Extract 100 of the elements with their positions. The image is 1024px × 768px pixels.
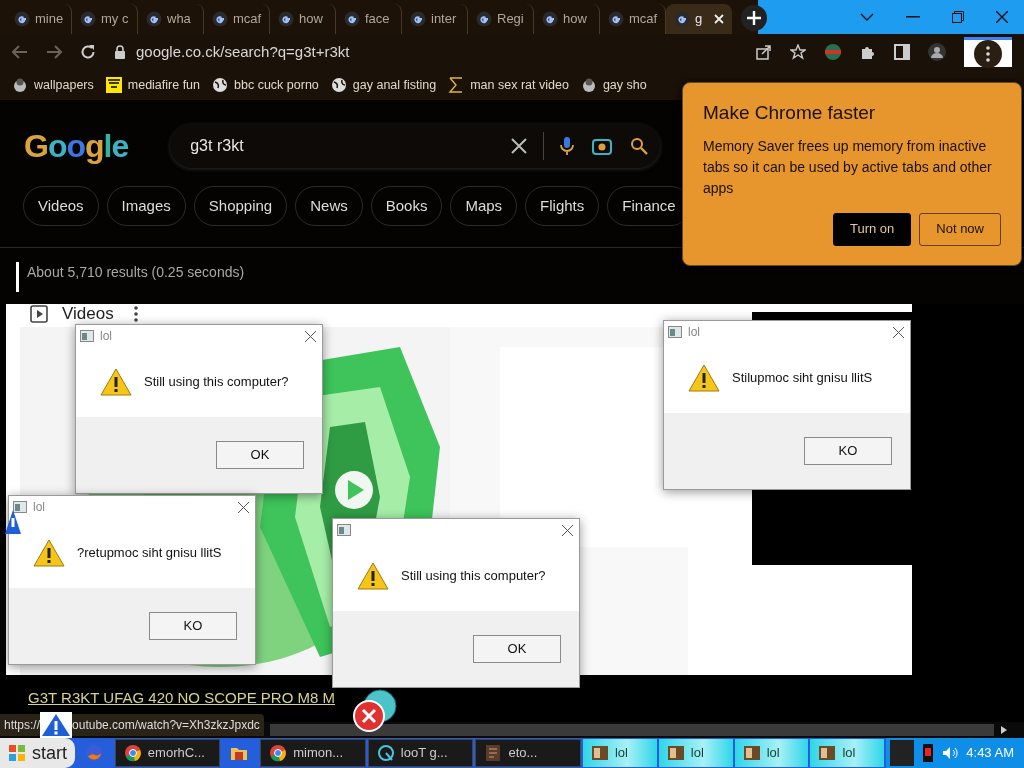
share-icon[interactable] (756, 44, 772, 60)
restore-icon[interactable] (952, 11, 964, 23)
minimize-icon[interactable] (906, 16, 920, 18)
window-icon (666, 744, 685, 762)
search-field[interactable]: g3t r3kt (170, 124, 661, 168)
tray-panel (890, 740, 915, 766)
close-icon[interactable] (893, 326, 904, 338)
taskbar-button[interactable]: mimon... (260, 739, 366, 767)
warning-icon (33, 539, 65, 567)
chevron-down-icon[interactable] (860, 12, 874, 22)
chrome-icon (123, 744, 142, 762)
bookmark[interactable]: man sex rat video (448, 75, 569, 95)
bookmark[interactable]: mediafire fun (105, 75, 201, 95)
cartoon-icon (12, 77, 28, 93)
window-icon (818, 744, 837, 762)
bookmark[interactable]: gay anal fisting (330, 75, 437, 95)
side-panel-icon[interactable] (894, 44, 910, 60)
turn-on-button[interactable]: Turn on (832, 212, 912, 246)
dialog-message: Stilupmoc siht gnisu llitS (732, 369, 873, 388)
g-favicon-icon (542, 11, 558, 27)
g-favicon-icon (146, 11, 162, 27)
puzzle-icon[interactable] (860, 44, 876, 60)
status-url: outube.com/watch?v=Xh3zkzJpxdc (72, 717, 260, 734)
sigma-icon (448, 77, 465, 93)
back-icon[interactable] (12, 45, 28, 59)
cartoon-icon (580, 77, 597, 93)
clock: 4:43 AM (966, 744, 1014, 763)
app-icon (13, 501, 27, 513)
microphone-icon[interactable] (560, 136, 575, 156)
notebook-icon (484, 744, 503, 762)
app-icon (337, 524, 351, 536)
g-favicon-icon (278, 11, 294, 27)
dialog-message: ?retupmoc siht gnisu llitS (77, 544, 222, 563)
extension-icon[interactable] (824, 43, 842, 61)
speaker-icon[interactable] (942, 746, 959, 760)
app-icon (80, 330, 94, 342)
windows-flag-icon (8, 744, 26, 762)
promo-title: Make Chrome faster (703, 101, 877, 125)
close-icon[interactable] (305, 330, 316, 342)
device-icon[interactable] (922, 743, 935, 763)
dialog-message: Still using this computer? (401, 567, 546, 586)
star-icon[interactable] (790, 44, 806, 60)
play-icon[interactable] (334, 470, 374, 510)
camera-icon[interactable] (592, 137, 613, 155)
reload-icon[interactable] (80, 44, 96, 60)
taskbar-button[interactable]: eto... (475, 739, 581, 767)
close-icon[interactable] (996, 11, 1008, 23)
g-favicon-icon (410, 11, 426, 27)
g-favicon-icon (476, 11, 492, 27)
profile-icon[interactable] (928, 43, 946, 61)
g-favicon-icon (674, 11, 690, 27)
mf-logo-icon (105, 77, 122, 93)
taskbar-button[interactable]: looT g... (367, 739, 474, 767)
chrome-icon (269, 744, 288, 762)
globe-icon (330, 77, 347, 93)
bookmark[interactable]: wallpapers (12, 75, 94, 95)
browser-icon (85, 744, 103, 762)
taskbar-button[interactable]: lol (658, 739, 733, 767)
scroll-right-icon[interactable] (1000, 725, 1008, 735)
g-favicon-icon (80, 11, 96, 27)
lock-icon (114, 45, 126, 59)
menu-button[interactable] (964, 37, 1012, 67)
video-title-link[interactable]: G3T R3KT UFAG 420 NO SCOPE PRO M8 M (28, 687, 336, 710)
start-button[interactable]: start (0, 738, 75, 768)
section-heading: Videos (62, 304, 114, 323)
more-icon[interactable] (133, 305, 138, 322)
not-now-button[interactable]: Not now (919, 212, 1001, 246)
browser-tab[interactable]: g (666, 4, 732, 34)
new-tab-icon[interactable] (740, 4, 768, 32)
dialog-button[interactable]: OK (473, 635, 561, 663)
taskbar-button[interactable]: emorhC... (114, 739, 221, 767)
close-icon (714, 14, 724, 24)
dialog-button[interactable]: KO (804, 437, 892, 465)
app-icon (376, 744, 395, 762)
clear-icon[interactable] (511, 138, 528, 154)
forward-icon[interactable] (46, 45, 62, 59)
window-icon (591, 744, 609, 762)
dialog-title: lol (100, 328, 112, 345)
close-icon[interactable] (562, 524, 573, 536)
google-logo[interactable]: Google (24, 122, 129, 170)
taskbar-button[interactable]: lol (583, 739, 657, 767)
status-url: https:// (4, 717, 41, 734)
close-icon[interactable] (238, 501, 249, 513)
warning-icon (100, 368, 132, 396)
promo-text: Memory Saver frees up memory from inactive tabs so it can be used by active tabs and other apps (703, 136, 993, 198)
result-stats: About 5,710 results (0.25 seconds) (27, 263, 245, 282)
search-icon[interactable] (630, 137, 649, 155)
g-favicon-icon (608, 11, 624, 27)
window-icon (742, 744, 761, 762)
dialog-button[interactable]: OK (216, 441, 304, 469)
g-favicon-icon (344, 11, 360, 27)
app-icon (668, 326, 682, 338)
dialog-title: lol (33, 499, 45, 516)
menu-icon (974, 39, 1002, 68)
taskbar-button[interactable]: lol (734, 739, 809, 767)
warning-icon (357, 562, 389, 590)
bookmark[interactable]: gay sho (580, 75, 647, 95)
taskbar-button[interactable]: lol (810, 739, 885, 767)
dialog-button[interactable]: KO (149, 612, 237, 640)
bookmark[interactable]: bbc cuck porno (212, 75, 319, 95)
